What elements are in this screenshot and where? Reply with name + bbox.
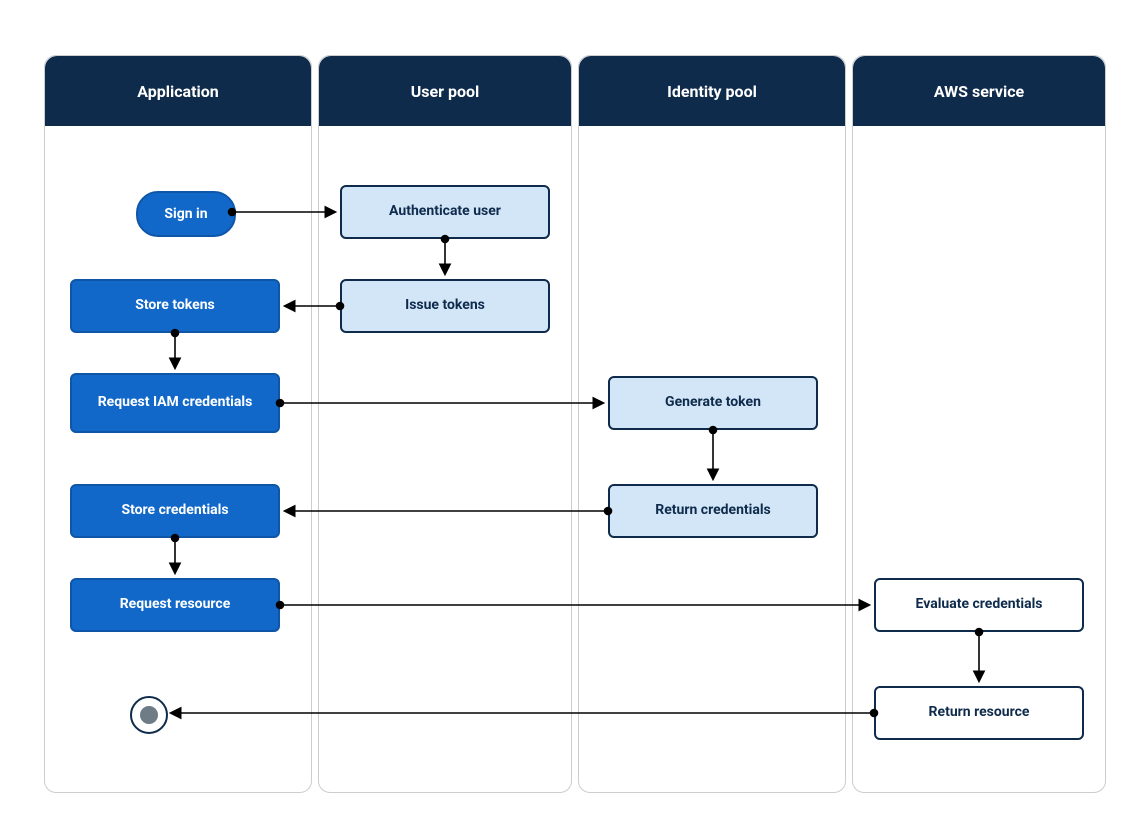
- lane-aws-service: AWS service: [852, 55, 1106, 793]
- node-store-credentials: Store credentials: [70, 484, 280, 538]
- diagram-canvas: Application User pool Identity pool AWS …: [0, 0, 1146, 833]
- lane-user-pool: User pool: [318, 55, 572, 793]
- lane-header-application: Application: [45, 56, 311, 126]
- node-issue-tokens: Issue tokens: [340, 279, 550, 333]
- node-return-credentials: Return credentials: [608, 484, 818, 538]
- end-node-icon: [130, 696, 168, 734]
- node-store-tokens: Store tokens: [70, 279, 280, 333]
- node-request-resource: Request resource: [70, 578, 280, 632]
- node-return-resource: Return resource: [874, 686, 1084, 740]
- lane-header-identity-pool: Identity pool: [579, 56, 845, 126]
- lane-header-user-pool: User pool: [319, 56, 571, 126]
- node-sign-in: Sign in: [136, 191, 236, 237]
- end-node-inner: [140, 706, 158, 724]
- node-authenticate-user: Authenticate user: [340, 185, 550, 239]
- node-evaluate-credentials: Evaluate credentials: [874, 578, 1084, 632]
- node-request-iam: Request IAM credentials: [70, 373, 280, 433]
- node-generate-token: Generate token: [608, 376, 818, 430]
- lane-header-aws-service: AWS service: [853, 56, 1105, 126]
